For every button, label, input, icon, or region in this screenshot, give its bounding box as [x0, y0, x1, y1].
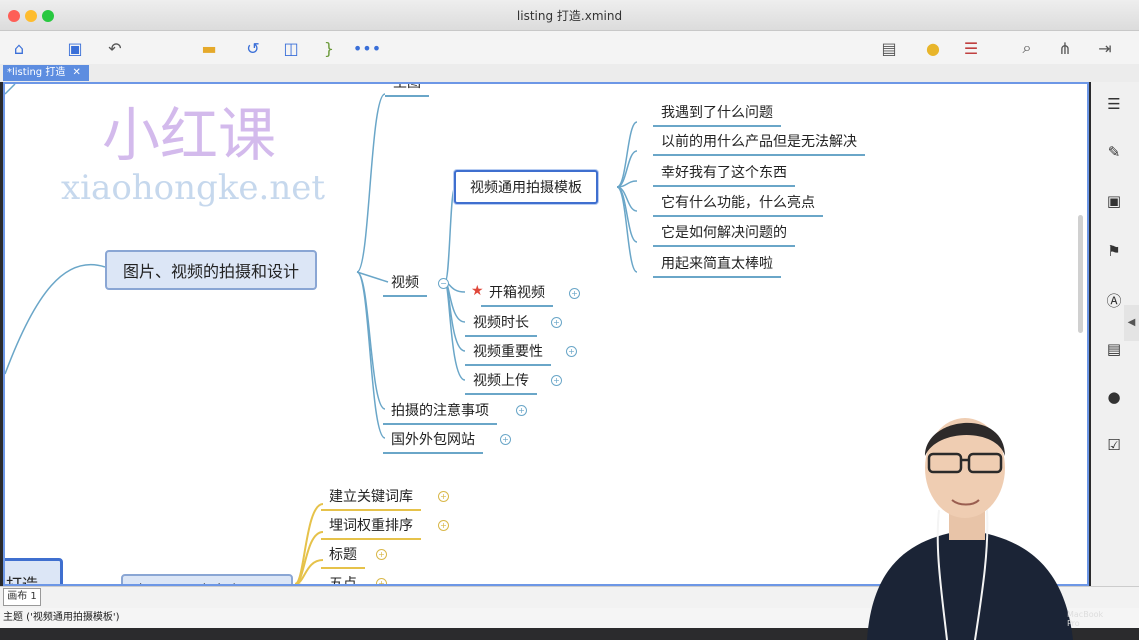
expand-toggle-icon[interactable]: + — [569, 288, 580, 299]
close-tab-icon[interactable]: ✕ — [73, 67, 81, 78]
relationship-icon[interactable]: ↺ — [242, 37, 264, 59]
tab-bar — [0, 64, 1139, 82]
selection-info: 主题 ('视频通用拍摄模板') — [3, 612, 120, 623]
boundary-icon[interactable]: } — [318, 37, 340, 59]
notes-icon[interactable]: ▤ — [1103, 338, 1125, 360]
lightbulb-icon[interactable]: ● — [922, 37, 944, 59]
document-tab-label: *listing 打造 — [7, 67, 66, 78]
outline-icon[interactable]: ☰ — [960, 37, 982, 59]
vertical-scrollbar[interactable] — [1078, 215, 1083, 333]
list-item[interactable]: 它有什么功能，什么亮点 — [653, 192, 823, 217]
list-item[interactable]: 建立关键词库 — [321, 486, 421, 511]
list-item[interactable]: 以前的用什么产品但是无法解决 — [653, 131, 865, 156]
comment-icon[interactable]: ● — [1103, 386, 1125, 408]
outline-panel-icon[interactable]: ☰ — [1103, 93, 1125, 115]
presentation-icon[interactable]: ▤ — [878, 37, 900, 59]
document-tab[interactable]: *listing 打造 ✕ — [3, 65, 89, 81]
list-item[interactable]: 视频时长 — [465, 312, 537, 337]
expand-toggle-icon[interactable]: + — [438, 491, 449, 502]
expand-toggle-icon[interactable]: + — [438, 520, 449, 531]
topic-icon[interactable]: ▬ — [198, 37, 220, 59]
expand-toggle-icon[interactable]: + — [551, 375, 562, 386]
list-item[interactable]: 埋词权重排序 — [321, 515, 421, 540]
expand-toggle-icon[interactable]: + — [566, 346, 577, 357]
main-topic[interactable]: 图片、视频的拍摄和设计 — [105, 250, 318, 290]
toolbar: ⌂ ▣ ↶ ▬ ↺ ◫ } ••• ▤ ● ☰ ⌕ ⋔ ⇥ — [0, 31, 1139, 65]
image-icon[interactable]: ▣ — [1103, 190, 1125, 212]
export-icon[interactable]: ⇥ — [1094, 37, 1116, 59]
expand-toggle-icon[interactable]: + — [516, 405, 527, 416]
topic-bottom-cut[interactable]: 标题、五点文案 — [121, 574, 293, 584]
collapse-toggle-icon[interactable]: − — [438, 278, 449, 289]
format-brush-icon[interactable]: ✎ — [1103, 141, 1125, 163]
list-item[interactable]: 用起来简直太棒啦 — [653, 253, 781, 278]
list-item[interactable]: 视频上传 — [465, 370, 537, 395]
collapse-panel-icon[interactable]: ◀ — [1124, 305, 1139, 341]
expand-toggle-icon[interactable]: + — [376, 549, 387, 560]
undo-icon[interactable]: ↶ — [104, 37, 126, 59]
share-icon[interactable]: ⋔ — [1054, 37, 1076, 59]
home-icon[interactable]: ⌂ — [8, 37, 30, 59]
flag-icon[interactable]: ⚑ — [1103, 240, 1125, 262]
task-icon[interactable]: ☑ — [1103, 434, 1125, 456]
topic-top-cut[interactable]: 主图 — [385, 84, 429, 97]
list-item[interactable]: 开箱视频 — [481, 282, 553, 307]
list-item[interactable]: 五点 — [321, 573, 365, 584]
topic-video[interactable]: 视频 — [383, 272, 427, 297]
list-item[interactable]: 它是如何解决问题的 — [653, 222, 795, 247]
search-icon[interactable]: ⌕ — [1016, 37, 1038, 59]
title-bar: listing 打造.xmind — [0, 0, 1139, 31]
watermark-brand-url: xiaohongke.net — [61, 168, 326, 208]
list-item[interactable]: 我遇到了什么问题 — [653, 102, 781, 127]
device-label: MacBook Pro — [1067, 610, 1104, 628]
list-item[interactable]: 标题 — [321, 544, 365, 569]
expand-toggle-icon[interactable]: + — [500, 434, 511, 445]
watermark-brand-cn: 小红课 — [102, 101, 277, 169]
sheet-tab[interactable]: 画布 1 — [3, 588, 41, 606]
list-item[interactable]: 视频重要性 — [465, 341, 551, 366]
list-item[interactable]: 幸好我有了这个东西 — [653, 162, 795, 187]
expand-toggle-icon[interactable]: + — [376, 578, 387, 584]
topic-video-template[interactable]: 视频通用拍摄模板 — [454, 170, 598, 204]
root-topic-cut[interactable]: 打造 — [5, 558, 63, 584]
summary-icon[interactable]: ◫ — [280, 37, 302, 59]
presenter-video-overlay: MacBook Pro — [847, 398, 1103, 640]
text-style-icon[interactable]: Ⓐ — [1103, 289, 1125, 311]
topic-shoot-notes[interactable]: 拍摄的注意事项 — [383, 400, 497, 425]
topic-outsource[interactable]: 国外外包网站 — [383, 429, 483, 454]
window-title: listing 打造.xmind — [516, 9, 623, 23]
more-icon[interactable]: ••• — [353, 37, 381, 59]
expand-toggle-icon[interactable]: + — [551, 317, 562, 328]
save-icon[interactable]: ▣ — [64, 37, 86, 59]
